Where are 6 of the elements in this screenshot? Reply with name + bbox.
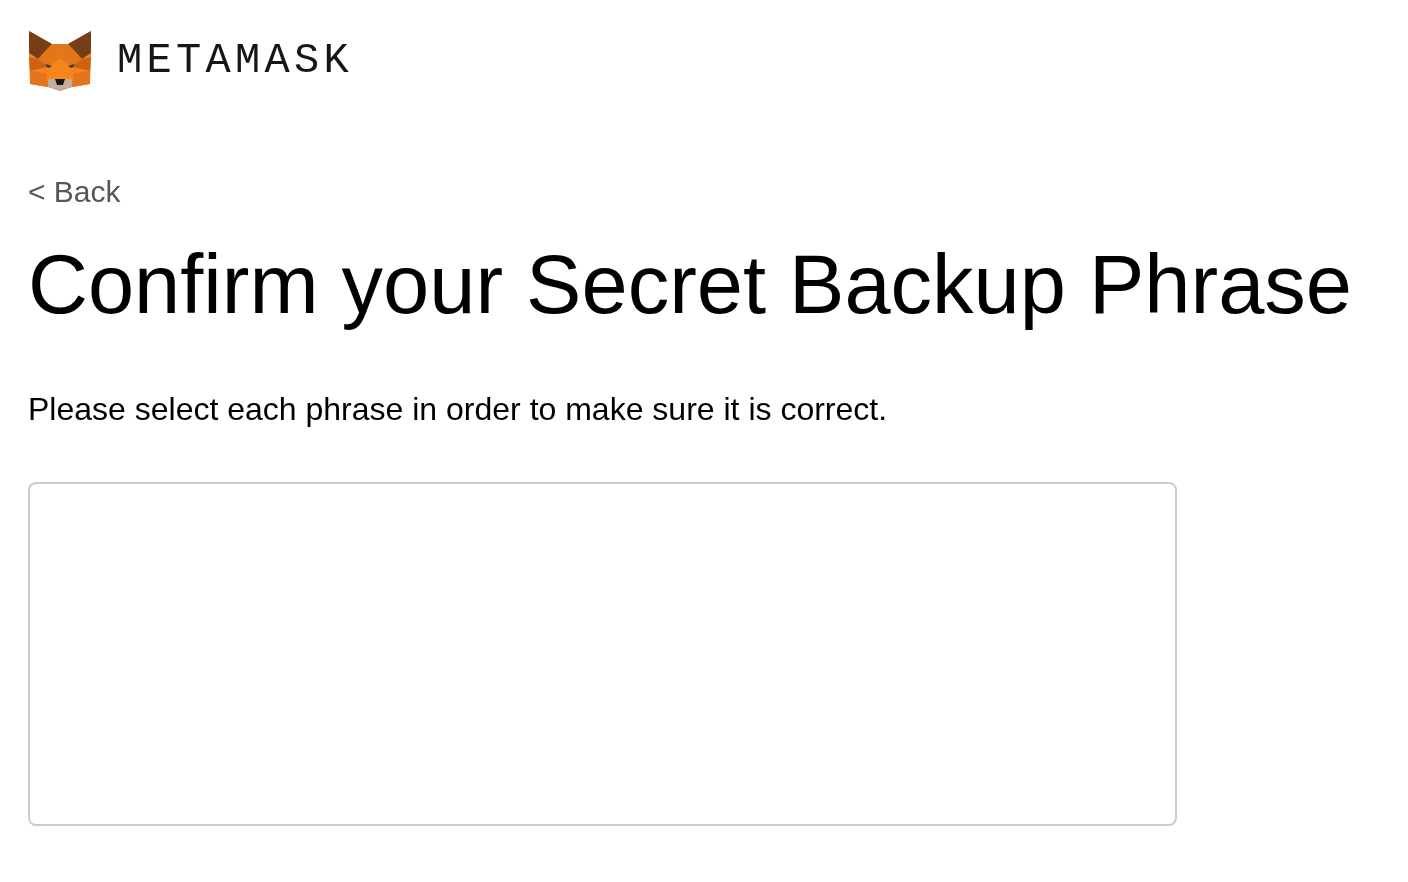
back-link[interactable]: < Back [28, 174, 121, 210]
fox-logo-icon [28, 29, 92, 91]
instructions-text: Please select each phrase in order to make sure it is correct. [28, 390, 888, 428]
metamask-wordmark: METAMASK [117, 40, 354, 82]
page-title: Confirm your Secret Backup Phrase [28, 237, 1352, 333]
answer-box[interactable] [28, 482, 1177, 826]
